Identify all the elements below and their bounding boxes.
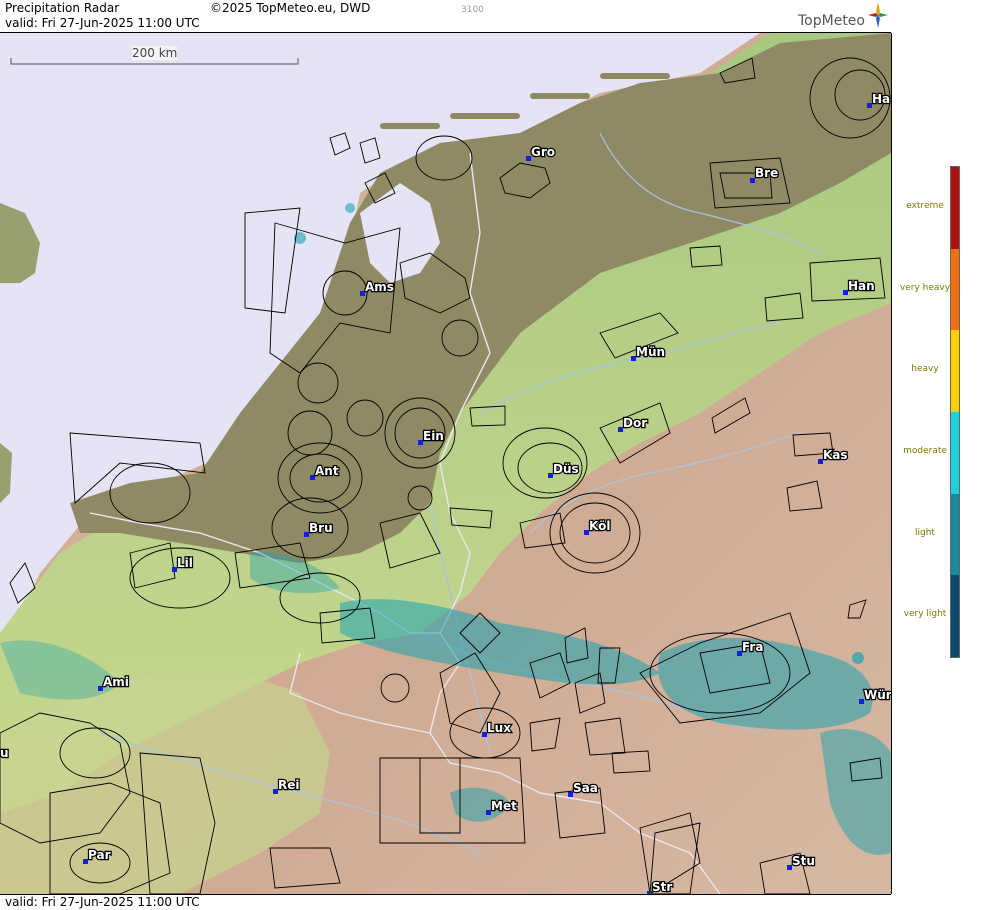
city-mun[interactable]: Mün: [631, 344, 666, 361]
map-footer: valid: Fri 27-Jun-2025 11:00 UTC: [0, 894, 891, 910]
city-gro[interactable]: Gro: [526, 144, 556, 161]
city-han[interactable]: Han: [843, 278, 876, 295]
svg-text:Dor: Dor: [623, 416, 647, 430]
city-par[interactable]: Par: [83, 847, 112, 864]
svg-text:Lux: Lux: [487, 721, 511, 735]
valid-time: valid: Fri 27-Jun-2025 11:00 UTC: [5, 16, 200, 30]
city-ant[interactable]: Ant: [310, 463, 340, 480]
legend-label-heavy: heavy: [911, 364, 939, 375]
city-met[interactable]: Met: [486, 798, 518, 815]
svg-text:Ha: Ha: [872, 92, 890, 106]
city-dor[interactable]: Dor: [618, 415, 648, 432]
legend-label-moderate: moderate: [903, 445, 947, 456]
topmeteo-logo[interactable]: TopMeteo: [798, 13, 865, 29]
svg-text:Met: Met: [491, 799, 517, 813]
svg-text:Mün: Mün: [636, 345, 665, 359]
legend-label-very-heavy: very heavy: [899, 282, 951, 293]
copyright-text: ©2025 TopMeteo.eu, DWD: [210, 1, 371, 15]
city-ams[interactable]: Ams: [360, 279, 395, 296]
svg-text:Kas: Kas: [823, 448, 848, 462]
city-saa[interactable]: Saa: [568, 780, 599, 797]
svg-text:Gro: Gro: [531, 145, 555, 159]
radar-map[interactable]: Gro Bre Ha Ams Han Mün Dor Ein Kas Ant D…: [0, 33, 892, 894]
svg-text:Par: Par: [88, 848, 111, 862]
svg-text:u: u: [0, 746, 9, 760]
svg-text:Rei: Rei: [278, 778, 300, 792]
city-ami[interactable]: Ami: [98, 674, 130, 691]
map-canvas[interactable]: Gro Bre Ha Ams Han Mün Dor Ein Kas Ant D…: [0, 33, 891, 894]
city-dus[interactable]: Düs: [548, 461, 580, 478]
compass-star-icon: [868, 2, 888, 28]
svg-text:Han: Han: [848, 279, 875, 293]
precipitation-legend: extreme very heavy heavy moderate light very …: [892, 0, 983, 909]
svg-text:Köl: Köl: [589, 519, 610, 533]
svg-text:Lil: Lil: [177, 556, 193, 570]
city-partial-left[interactable]: u: [0, 745, 10, 762]
svg-text:Wür: Wür: [864, 688, 891, 702]
map-code: 3100: [461, 5, 484, 15]
svg-text:Ant: Ant: [315, 464, 339, 478]
map-title: Precipitation Radar: [5, 1, 120, 15]
svg-text:Bre: Bre: [755, 166, 778, 180]
svg-text:Ams: Ams: [365, 280, 394, 294]
city-stu[interactable]: Stu: [787, 853, 816, 870]
svg-text:Str: Str: [652, 880, 672, 894]
svg-text:Ami: Ami: [103, 675, 129, 689]
map-header: Precipitation Radar ©2025 TopMeteo.eu, D…: [0, 0, 891, 33]
svg-text:Ein: Ein: [423, 429, 444, 443]
city-wur[interactable]: Wür: [859, 687, 891, 704]
svg-text:Saa: Saa: [573, 781, 598, 795]
legend-color-bar: [950, 166, 960, 658]
scale-label: 200 km: [132, 46, 178, 60]
svg-text:Stu: Stu: [792, 854, 815, 868]
legend-label-very-light: very light: [903, 609, 947, 620]
legend-label-extreme: extreme: [906, 200, 944, 211]
svg-text:Bru: Bru: [309, 521, 333, 535]
city-bru[interactable]: Bru: [304, 520, 334, 537]
city-kas[interactable]: Kas: [818, 447, 849, 464]
city-lux[interactable]: Lux: [482, 720, 512, 737]
svg-text:Fra: Fra: [742, 640, 763, 654]
svg-text:Düs: Düs: [553, 462, 579, 476]
footer-valid-time: valid: Fri 27-Jun-2025 11:00 UTC: [5, 895, 200, 909]
legend-label-light: light: [915, 527, 935, 538]
